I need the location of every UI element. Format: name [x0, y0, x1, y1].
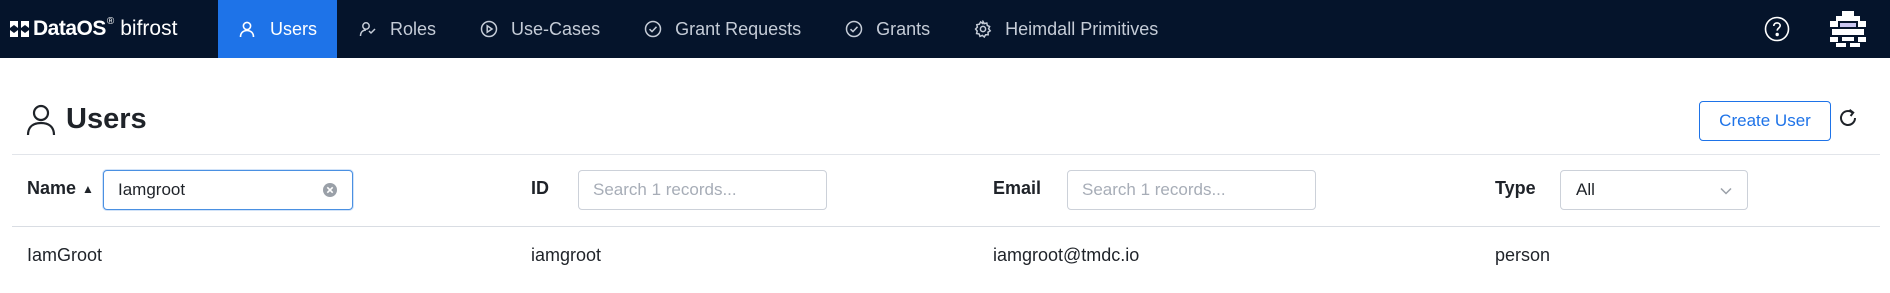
- select-value: All: [1576, 180, 1595, 199]
- page-header: Users: [26, 103, 147, 136]
- nav-item-label: Grant Requests: [675, 18, 802, 39]
- nav-item-label: Heimdall Primitives: [1005, 18, 1159, 39]
- nav-item-grants[interactable]: Grants: [823, 0, 952, 58]
- column-header-name[interactable]: Name ▲: [27, 178, 94, 199]
- brand-app-name: bifrost: [120, 17, 178, 40]
- brand[interactable]: DataOS ® bifrost: [0, 0, 218, 58]
- cell-name: IamGroot: [27, 245, 103, 265]
- nav-item-roles[interactable]: Roles: [337, 0, 458, 58]
- nav-item-label: Use-Cases: [511, 18, 601, 39]
- user-icon: [26, 104, 56, 135]
- create-user-button[interactable]: Create User: [1699, 101, 1831, 141]
- top-navbar: DataOS ® bifrost Users Roles Use-Cases G…: [0, 0, 1890, 58]
- help-icon[interactable]: [1764, 16, 1790, 42]
- nav-item-label: Users: [270, 18, 318, 39]
- nav-item-label: Roles: [390, 18, 437, 39]
- roles-icon: [359, 22, 376, 37]
- sort-ascending-icon[interactable]: ▲: [82, 182, 94, 196]
- name-filter-input[interactable]: [103, 170, 353, 210]
- column-header-email[interactable]: Email: [993, 178, 1041, 199]
- cell-email: iamgroot@tmdc.io: [993, 245, 1140, 265]
- nav-item-users[interactable]: Users: [218, 0, 338, 58]
- gear-icon: [974, 20, 992, 38]
- nav-item-grant-requests[interactable]: Grant Requests: [622, 0, 823, 58]
- brand-registered-mark: ®: [106, 15, 115, 27]
- cell-id: iamgroot: [531, 245, 602, 265]
- main-nav: Users Roles Use-Cases Grant Requests Gra…: [218, 0, 1180, 58]
- id-filter-input[interactable]: [578, 170, 827, 210]
- clear-icon[interactable]: [322, 182, 338, 198]
- header-divider: [12, 154, 1880, 155]
- top-right-actions: [1764, 0, 1890, 58]
- filter-divider: [12, 226, 1880, 227]
- check-circle-icon: [644, 20, 662, 38]
- column-label: ID: [531, 178, 549, 198]
- cell-type: person: [1495, 245, 1551, 265]
- dataos-logo-icon: [10, 21, 29, 37]
- column-label: Name: [27, 178, 77, 198]
- type-filter-select[interactable]: All: [1560, 170, 1748, 210]
- nav-item-label: Grants: [876, 18, 931, 39]
- avatar[interactable]: [1828, 9, 1868, 49]
- email-filter-input[interactable]: [1067, 170, 1316, 210]
- chevron-down-icon: [1720, 187, 1732, 195]
- column-label: Email: [993, 178, 1042, 198]
- play-circle-icon: [480, 20, 498, 38]
- column-header-id[interactable]: ID: [531, 178, 549, 199]
- page-title: Users: [66, 103, 147, 135]
- brand-name: DataOS: [33, 17, 106, 40]
- column-label: Type: [1495, 178, 1536, 198]
- check-circle-icon: [845, 20, 863, 38]
- nav-item-heimdall-primitives[interactable]: Heimdall Primitives: [952, 0, 1180, 58]
- nav-item-use-cases[interactable]: Use-Cases: [458, 0, 622, 58]
- column-header-type[interactable]: Type: [1495, 178, 1536, 199]
- refresh-icon[interactable]: [1836, 106, 1860, 130]
- user-icon: [239, 21, 255, 38]
